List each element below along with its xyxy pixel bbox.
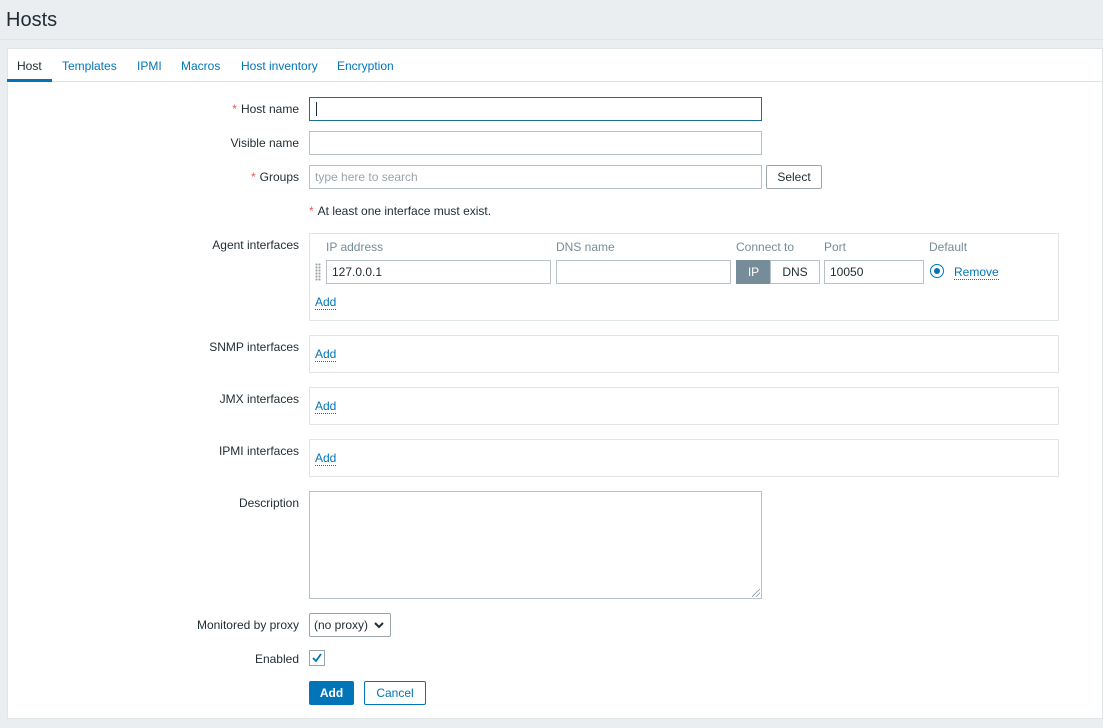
- proxy-select[interactable]: (no proxy): [309, 613, 391, 637]
- snmp-interfaces-label: SNMP interfaces: [209, 340, 299, 354]
- snmp-interfaces-box: [309, 335, 1059, 373]
- agent-port-input[interactable]: 10050: [824, 260, 924, 284]
- add-ipmi-interface-link[interactable]: Add: [315, 451, 337, 466]
- description-label: Description: [238, 496, 299, 510]
- resize-handle-icon[interactable]: [752, 589, 760, 597]
- checkmark-icon: [312, 653, 322, 663]
- col-port: Port: [824, 240, 847, 254]
- add-agent-interface-link[interactable]: Add: [315, 295, 337, 310]
- col-dns-name: DNS name: [556, 240, 615, 254]
- required-marker: *: [309, 204, 314, 218]
- visible-name-label: Visible name: [230, 136, 299, 150]
- add-jmx-interface-link[interactable]: Add: [315, 399, 337, 414]
- tab-encryption[interactable]: Encryption: [337, 59, 394, 73]
- agent-interfaces-label: Agent interfaces: [212, 238, 299, 252]
- enabled-label: Enabled: [254, 652, 299, 666]
- ipmi-interfaces-box: [309, 439, 1059, 477]
- col-default: Default: [929, 240, 968, 254]
- enabled-checkbox[interactable]: [309, 650, 325, 666]
- tab-ipmi[interactable]: IPMI: [137, 59, 162, 73]
- agent-dns-input[interactable]: [556, 260, 731, 284]
- host-name-label: * Host name: [232, 102, 299, 116]
- chevron-down-icon: [374, 622, 384, 629]
- required-marker: *: [232, 102, 237, 116]
- groups-input[interactable]: type here to search: [309, 165, 762, 189]
- tab-host-inventory[interactable]: Host inventory: [241, 59, 318, 73]
- groups-label: * Groups: [250, 170, 299, 184]
- page-title: Hosts: [6, 9, 58, 31]
- connect-ip-button[interactable]: IP: [736, 260, 771, 284]
- add-snmp-interface-link[interactable]: Add: [315, 347, 337, 362]
- jmx-interfaces-box: [309, 387, 1059, 425]
- ipmi-interfaces-label: IPMI interfaces: [218, 444, 299, 458]
- description-textarea[interactable]: [309, 491, 762, 599]
- visible-name-input[interactable]: [309, 131, 762, 155]
- groups-placeholder: type here to search: [315, 170, 418, 184]
- tab-templates[interactable]: Templates: [62, 59, 117, 73]
- text-caret: [316, 102, 317, 116]
- required-marker: *: [250, 170, 256, 184]
- cancel-button[interactable]: Cancel: [364, 681, 426, 705]
- tab-macros[interactable]: Macros: [181, 59, 220, 73]
- host-name-input[interactable]: [309, 97, 762, 121]
- col-connect-to: Connect to: [736, 240, 795, 254]
- tab-bar: Host Templates IPMI Macros Host inventor…: [7, 49, 1103, 82]
- jmx-interfaces-label: JMX interfaces: [219, 392, 299, 406]
- active-tab-indicator: [7, 79, 52, 82]
- interface-warning: * At least one interface must exist.: [309, 204, 492, 218]
- tab-host[interactable]: Host: [17, 59, 42, 73]
- default-interface-radio[interactable]: [930, 264, 944, 278]
- proxy-selected-value: (no proxy): [314, 618, 369, 632]
- groups-select-button[interactable]: Select: [766, 165, 822, 189]
- add-button[interactable]: Add: [309, 681, 354, 705]
- agent-ip-input[interactable]: 127.0.0.1: [326, 260, 551, 284]
- header-divider: [0, 39, 1103, 40]
- connect-dns-button[interactable]: DNS: [770, 260, 820, 284]
- proxy-label: Monitored by proxy: [196, 618, 299, 632]
- drag-handle-icon[interactable]: [315, 263, 321, 281]
- col-ip-address: IP address: [326, 240, 384, 254]
- remove-interface-link[interactable]: Remove: [954, 265, 999, 280]
